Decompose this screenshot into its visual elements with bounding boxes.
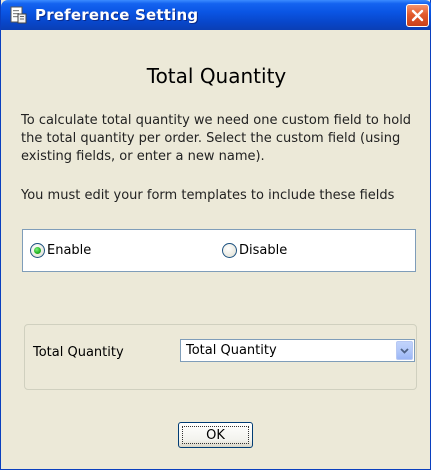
focus-ring (182, 426, 249, 444)
close-button[interactable] (406, 4, 429, 27)
dropdown-button[interactable] (396, 341, 413, 360)
custom-field-value: Total Quantity (186, 343, 277, 358)
chevron-down-icon (400, 347, 409, 354)
total-quantity-label: Total Quantity (33, 345, 124, 360)
title-bar[interactable]: Preference Setting (1, 0, 431, 30)
enable-label: Enable (47, 243, 92, 258)
radio-checked-icon (30, 243, 45, 258)
radio-unchecked-icon (222, 243, 237, 258)
ok-button[interactable]: OK (178, 422, 253, 448)
disable-label: Disable (239, 243, 288, 258)
enable-radio[interactable]: Enable (30, 243, 91, 258)
enable-disable-group: Enable Disable (22, 229, 416, 272)
preference-dialog: Preference Setting Total Quantity To cal… (0, 0, 431, 470)
description-text: To calculate total quantity we need one … (21, 113, 412, 164)
custom-field-select[interactable]: Total Quantity (180, 339, 415, 362)
document-icon (10, 6, 27, 24)
window-title: Preference Setting (35, 6, 199, 24)
close-icon (411, 9, 424, 22)
field-group-box: Total Quantity Total Quantity (24, 324, 417, 390)
dialog-heading: Total Quantity (146, 64, 287, 88)
disable-radio[interactable]: Disable (222, 243, 287, 258)
note-text: You must edit your form templates to inc… (21, 188, 395, 203)
